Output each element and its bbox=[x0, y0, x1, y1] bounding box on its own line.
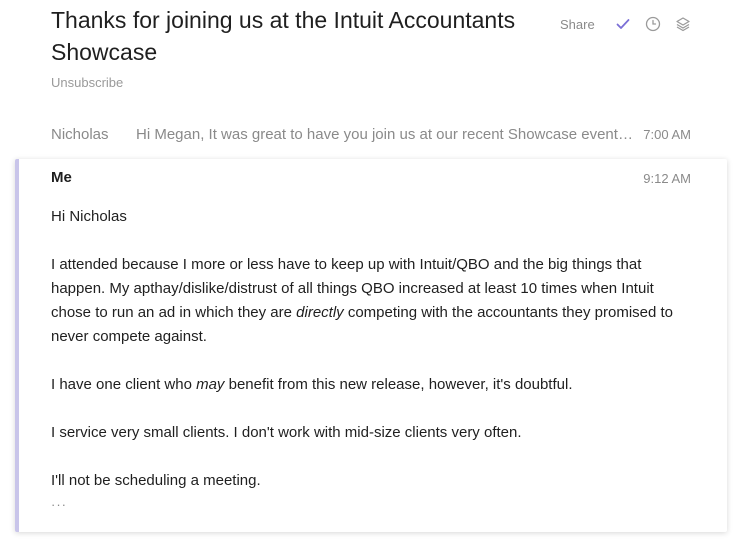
clock-icon[interactable] bbox=[645, 16, 661, 32]
message-body: Hi Nicholas I attended because I more or… bbox=[51, 205, 696, 517]
message-sender: Me bbox=[51, 169, 72, 186]
message-time: 9:12 AM bbox=[643, 171, 691, 186]
checkmark-icon[interactable] bbox=[615, 16, 631, 32]
emphasis-text: may bbox=[196, 376, 225, 393]
unsubscribe-link[interactable]: Unsubscribe bbox=[51, 75, 123, 90]
text-span: I have one client who bbox=[51, 376, 197, 393]
share-button[interactable]: Share bbox=[560, 17, 595, 32]
body-greeting: Hi Nicholas bbox=[51, 208, 127, 225]
show-quoted-button[interactable]: ··· bbox=[51, 497, 67, 512]
collapsed-message-row[interactable]: Nicholas Hi Megan, It was great to have … bbox=[51, 124, 691, 144]
email-subject: Thanks for joining us at the Intuit Acco… bbox=[51, 7, 516, 65]
message-sender: Nicholas bbox=[51, 125, 109, 143]
body-paragraph: I attended because I more or less have t… bbox=[51, 253, 696, 349]
layers-icon[interactable] bbox=[675, 16, 691, 32]
body-paragraph: I'll not be scheduling a meeting. bbox=[51, 472, 261, 489]
message-snippet: Hi Megan, It was great to have you join … bbox=[136, 125, 634, 143]
thread-actions: Share bbox=[560, 14, 691, 34]
text-span: benefit from this new release, however, … bbox=[224, 376, 573, 393]
expanded-message: Me 9:12 AM Hi Nicholas I attended becaus… bbox=[15, 159, 727, 532]
emphasis-text: directly bbox=[296, 304, 344, 321]
body-paragraph: I have one client who may benefit from t… bbox=[51, 373, 696, 397]
body-paragraph: I service very small clients. I don't wo… bbox=[51, 424, 522, 441]
message-accent-bar bbox=[15, 159, 19, 532]
message-time: 7:00 AM bbox=[643, 126, 691, 142]
